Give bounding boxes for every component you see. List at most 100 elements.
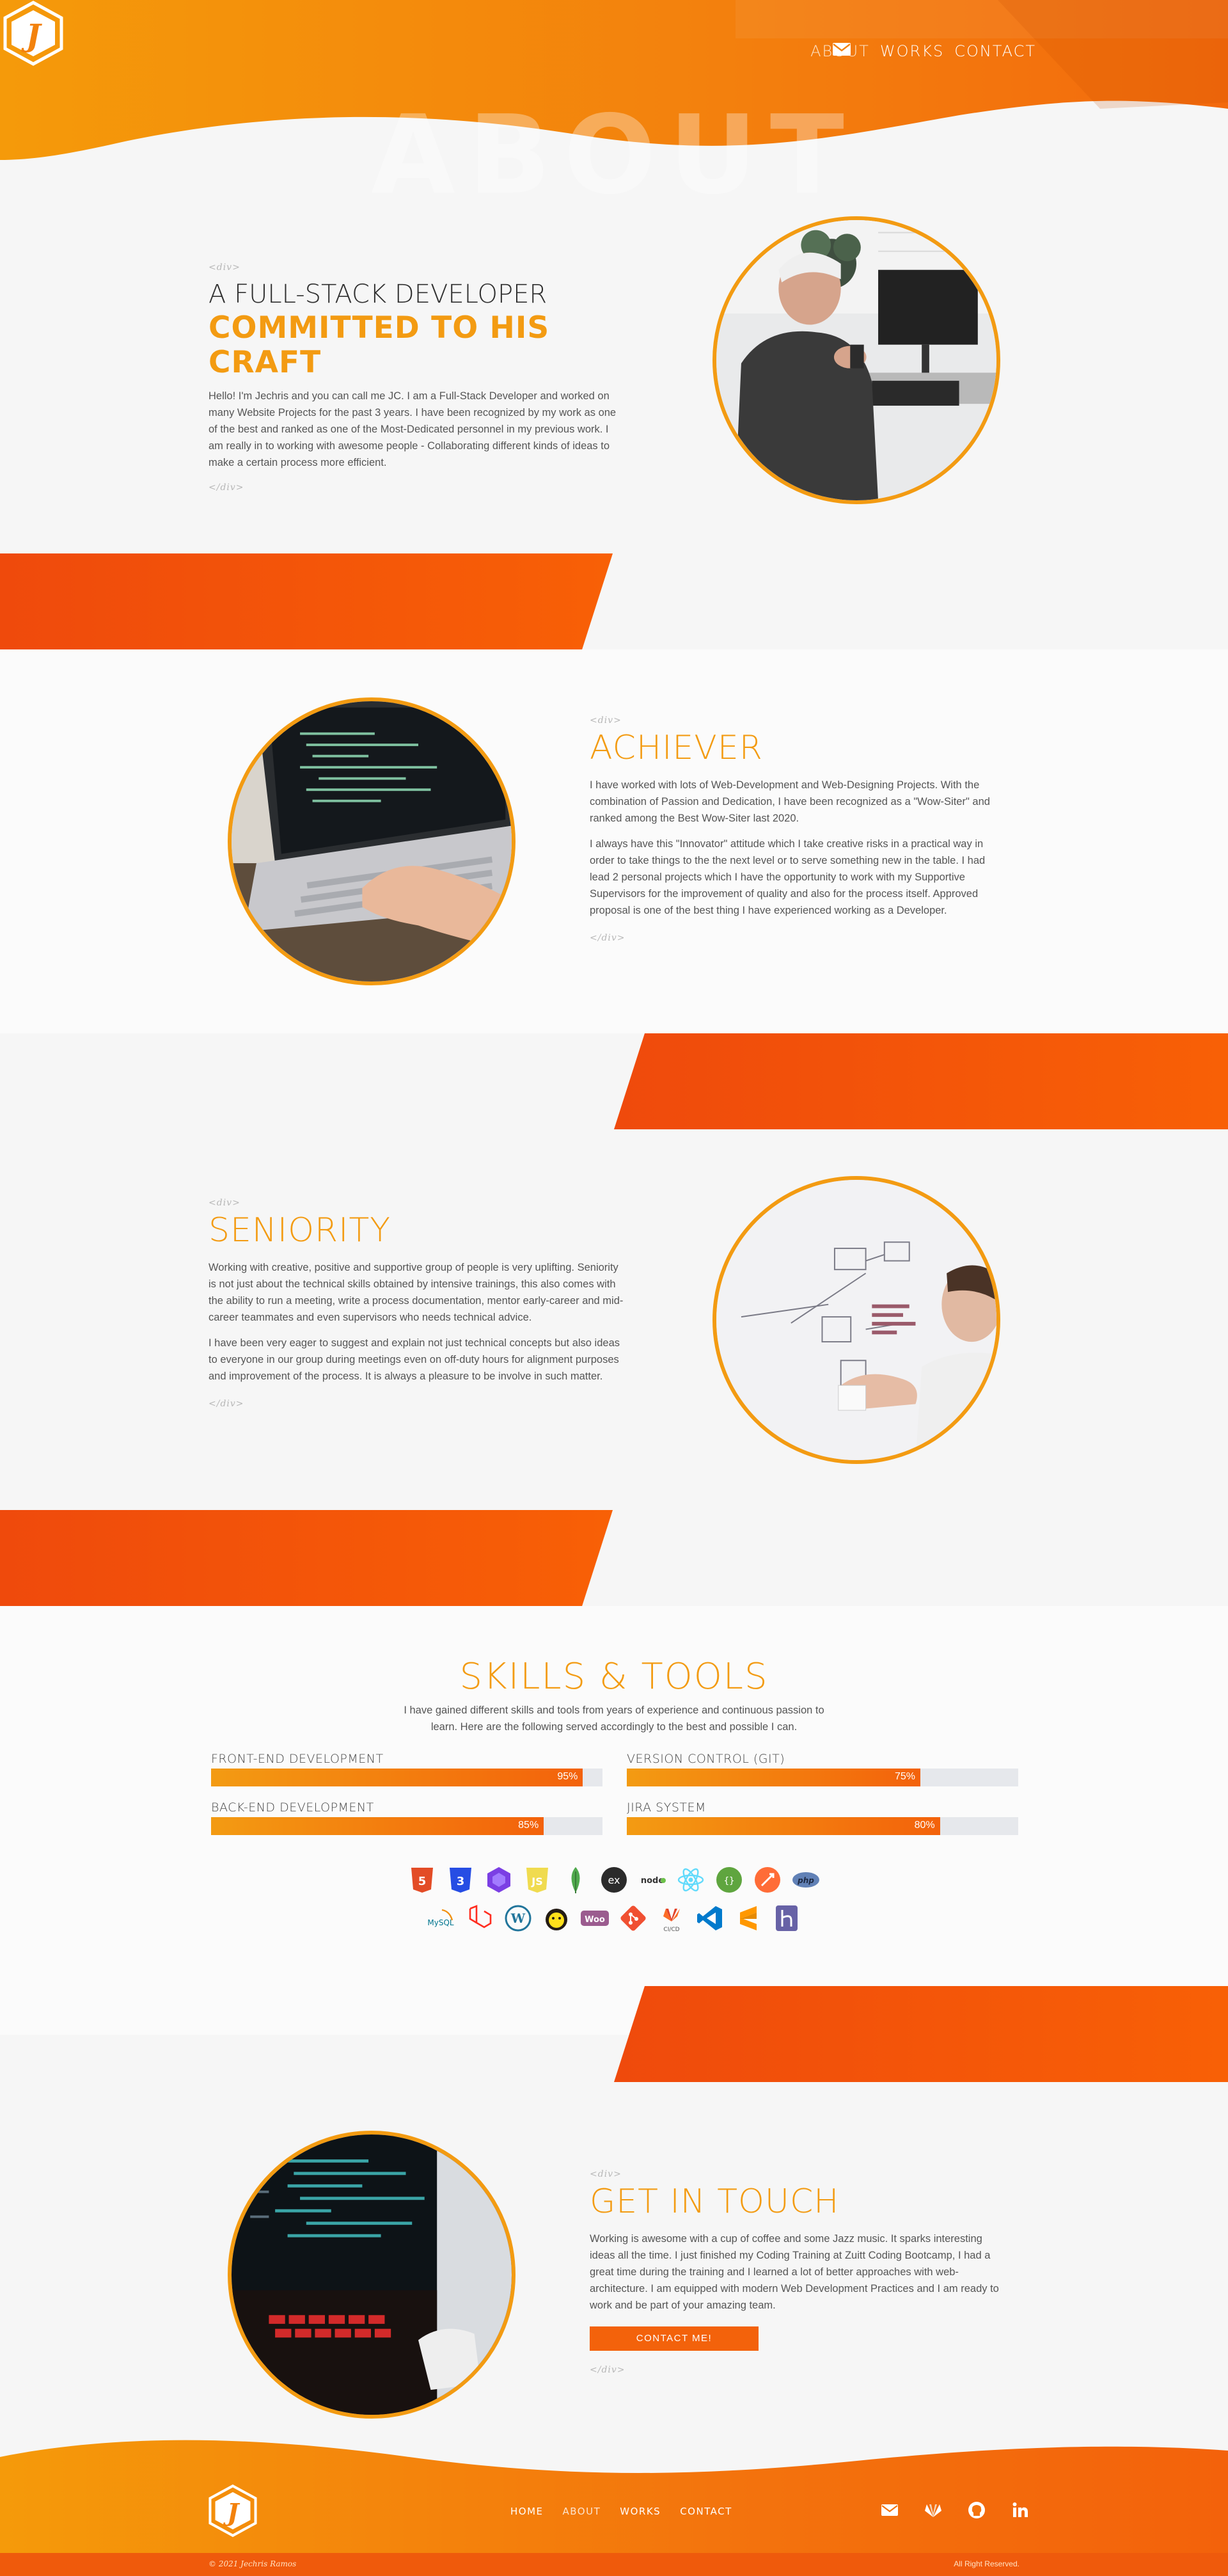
rights-text: All Right Reserved. [954, 2559, 1019, 2568]
skill-percent: 80% [914, 1820, 935, 1831]
git-icon [618, 1904, 648, 1933]
gitlab-icon[interactable] [924, 2500, 943, 2520]
footer-nav-contact[interactable]: CONTACT [680, 2506, 732, 2517]
whiteboard-photo [712, 1176, 1000, 1464]
page: J ABOUT WORKS CONTACT ABOUT <div> A FULL… [0, 0, 1228, 2576]
skill-percent: 95% [557, 1771, 578, 1782]
footer-nav-works[interactable]: WORKS [620, 2506, 661, 2517]
close-div-tag: </div> [590, 932, 626, 943]
postman-icon [753, 1865, 782, 1895]
skill-track: 85% [211, 1817, 602, 1835]
nodejs-icon: node [638, 1865, 667, 1895]
tech-icons-row-2: MySQL W Woo CI/CD [0, 1904, 1228, 1933]
nav-contact[interactable]: CONTACT [954, 42, 1036, 60]
react-icon [676, 1865, 705, 1895]
sublime-icon [734, 1904, 763, 1933]
seniority-paragraph-1: Working with creative, positive and supp… [209, 1261, 624, 1323]
skill-bar-frontend: FRONT-END DEVELOPMENT 95% [211, 1752, 602, 1786]
skill-label: BACK-END DEVELOPMENT [211, 1801, 374, 1815]
woocommerce-icon: Woo [580, 1904, 610, 1933]
envelope-icon[interactable] [832, 42, 851, 56]
skill-track: 95% [211, 1769, 602, 1786]
footer-wave-background [0, 2440, 1228, 2576]
mailchimp-icon [542, 1904, 571, 1933]
express-icon-text: ex [608, 1874, 620, 1886]
footer-nav-about[interactable]: ABOUT [563, 2506, 601, 2517]
skill-label: FRONT-END DEVELOPMENT [211, 1752, 384, 1766]
php-icon: php [791, 1865, 821, 1895]
skill-bar-git: VERSION CONTROL (GIT) 75% [627, 1752, 1018, 1786]
hero-title: ABOUT [371, 92, 857, 219]
graphql-icon: {} [714, 1865, 744, 1895]
skill-fill: 95% [211, 1769, 583, 1786]
contact-title: GET IN TOUCH [590, 2182, 840, 2221]
svg-text:{}: {} [724, 1876, 735, 1886]
seniority-section: <div> SENIORITY Working with creative, p… [209, 1198, 624, 1409]
gitlab-cicd-icon-text: CI/CD [663, 1927, 679, 1933]
svg-text:W: W [510, 1911, 526, 1926]
copyright-text: © 2021 Jechris Ramos [209, 2559, 297, 2568]
code-screen-photo [228, 2131, 516, 2419]
skill-bar-backend: BACK-END DEVELOPMENT 85% [211, 1801, 602, 1835]
vscode-icon [695, 1904, 725, 1933]
achiever-paragraph-1: I have worked with lots of Web-Developme… [590, 779, 990, 824]
intro-heading-line1: A FULL-STACK DEVELOPER [209, 280, 547, 309]
intro-paragraph: Hello! I'm Jechris and you can call me J… [209, 390, 617, 469]
decorative-stripe [614, 1033, 1228, 1129]
skill-percent: 85% [518, 1820, 539, 1831]
github-icon[interactable] [967, 2500, 986, 2520]
javascript-icon: JS [523, 1865, 552, 1895]
express-icon: ex [599, 1865, 629, 1895]
open-div-tag: <div> [209, 262, 240, 273]
css3-icon: 3 [446, 1865, 475, 1895]
close-div-tag: </div> [209, 482, 244, 493]
skill-fill: 85% [211, 1817, 544, 1835]
contact-me-button[interactable]: CONTACT ME! [590, 2326, 759, 2351]
woocommerce-icon-text: Woo [585, 1915, 605, 1925]
skill-track: 80% [627, 1817, 1018, 1835]
html5-icon: 5 [407, 1865, 437, 1895]
svg-text:3: 3 [457, 1875, 465, 1888]
decorative-stripe [614, 1986, 1228, 2082]
decorative-stripe [0, 553, 613, 649]
skill-bar-jira: JIRA SYSTEM 80% [627, 1801, 1018, 1835]
skill-label: JIRA SYSTEM [627, 1801, 706, 1815]
bootstrap-icon [484, 1865, 514, 1895]
contact-paragraph: Working is awesome with a cup of coffee … [590, 2232, 999, 2311]
nav-works[interactable]: WORKS [880, 42, 944, 60]
wordpress-icon: W [503, 1904, 533, 1933]
developer-photo [712, 216, 1000, 504]
top-navigation: ABOUT WORKS CONTACT [810, 42, 1036, 60]
decorative-stripe [0, 1510, 613, 1606]
intro-heading-line2: COMMITTED TO HIS CRAFT [209, 310, 550, 381]
svg-text:JS: JS [531, 1875, 542, 1888]
skill-track: 75% [627, 1769, 1018, 1786]
footer: J HOME ABOUT WORKS CONTACT [0, 2431, 1228, 2576]
achiever-section: <div> ACHIEVER I have worked with lots o… [590, 715, 1005, 943]
envelope-icon[interactable] [880, 2500, 899, 2520]
social-links [880, 2500, 1030, 2520]
nodejs-icon-text: node [641, 1876, 664, 1886]
seniority-paragraph-2: I have been very eager to suggest and ex… [209, 1337, 620, 1382]
svg-text:5: 5 [418, 1875, 427, 1888]
achiever-title: ACHIEVER [590, 729, 763, 767]
contact-section: <div> GET IN TOUCH Working is awesome wi… [590, 2169, 1005, 2375]
linkedin-icon[interactable] [1011, 2500, 1030, 2520]
hero-header: J ABOUT WORKS CONTACT ABOUT [0, 0, 1228, 210]
open-div-tag: <div> [209, 1198, 240, 1208]
mysql-icon-text: MySQL [427, 1918, 454, 1927]
tech-icons-row-1: 5 3 JS ex node {} php [0, 1865, 1228, 1895]
seniority-title: SENIORITY [209, 1211, 391, 1250]
close-div-tag: </div> [209, 1398, 244, 1409]
logo-jc-icon[interactable]: J [0, 0, 67, 67]
skills-title: SKILLS & TOOLS [459, 1656, 769, 1697]
achiever-paragraph-2: I always have this "Innovator" attitude … [590, 838, 986, 916]
heroku-icon [772, 1904, 801, 1933]
footer-logo-jc-icon[interactable]: J [206, 2484, 260, 2538]
footer-nav-home[interactable]: HOME [510, 2506, 544, 2517]
open-div-tag: <div> [590, 2169, 622, 2179]
skill-fill: 75% [627, 1769, 920, 1786]
skills-description: I have gained different skills and tools… [404, 1705, 824, 1733]
mongodb-icon [561, 1865, 590, 1895]
php-icon-text: php [797, 1876, 814, 1885]
